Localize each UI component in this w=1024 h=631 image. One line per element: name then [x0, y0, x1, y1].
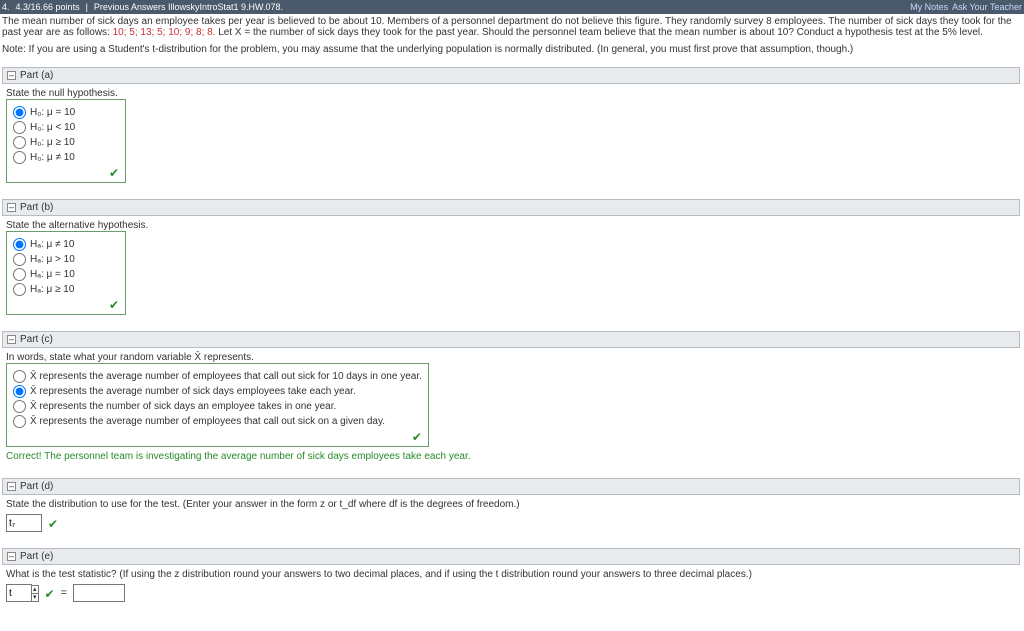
part-b-option-4-label: Hₐ: μ ≥ 10: [30, 284, 74, 295]
points-label: 4.3/16.66 points: [16, 2, 80, 12]
part-d-title: Part (d): [20, 481, 53, 492]
collapse-icon[interactable]: –: [7, 71, 16, 80]
part-c-option-2-radio[interactable]: [13, 385, 26, 398]
part-b-option-3-radio[interactable]: [13, 268, 26, 281]
part-a-option-3-label: H₀: μ ≥ 10: [30, 137, 75, 148]
part-a-option-4-label: H₀: μ ≠ 10: [30, 152, 75, 163]
part-b-option-2-radio[interactable]: [13, 253, 26, 266]
equals-sign: =: [61, 587, 67, 599]
part-c-option-3-label: X̄ represents the number of sick days an…: [30, 401, 336, 412]
question-data-values: 10; 5; 13; 5; 10; 9; 8; 8.: [113, 27, 216, 38]
previous-answers-label: Previous Answers IllowskyIntroStat1 9.HW…: [94, 2, 283, 12]
part-b-answer-box: Hₐ: μ ≠ 10 Hₐ: μ > 10 Hₐ: μ = 10 Hₐ: μ ≥…: [6, 231, 126, 315]
check-icon: ✔: [13, 430, 422, 444]
part-a-option-1-label: H₀: μ = 10: [30, 107, 75, 118]
part-b-option-4-radio[interactable]: [13, 283, 26, 296]
collapse-icon[interactable]: –: [7, 203, 16, 212]
part-a-answer-box: H₀: μ = 10 H₀: μ < 10 H₀: μ ≥ 10 H₀: μ ≠…: [6, 99, 126, 183]
part-b-title: Part (b): [20, 202, 53, 213]
part-a-title: Part (a): [20, 70, 53, 81]
part-b-option-1-radio[interactable]: [13, 238, 26, 251]
part-d-header[interactable]: – Part (d): [2, 478, 1020, 495]
part-a-option-4-radio[interactable]: [13, 151, 26, 164]
part-c-header[interactable]: – Part (c): [2, 331, 1020, 348]
check-icon: ✔: [13, 166, 119, 180]
part-e-title: Part (e): [20, 551, 53, 562]
part-b-option-1-label: Hₐ: μ ≠ 10: [30, 239, 74, 250]
part-a-option-2-radio[interactable]: [13, 121, 26, 134]
question-part2: Let X = the number of sick days they too…: [215, 27, 982, 38]
part-a-header[interactable]: – Part (a): [2, 67, 1020, 84]
part-b-header[interactable]: – Part (b): [2, 199, 1020, 216]
part-c-option-4-radio[interactable]: [13, 415, 26, 428]
part-e-header[interactable]: – Part (e): [2, 548, 1020, 565]
part-c-option-2-label: X̄ represents the average number of sick…: [30, 386, 356, 397]
part-a-option-2-label: H₀: μ < 10: [30, 122, 75, 133]
part-d-prompt: State the distribution to use for the te…: [6, 499, 1016, 510]
part-d-answer-input[interactable]: [6, 514, 42, 532]
part-e-distribution-input[interactable]: [6, 584, 32, 602]
part-b-option-3-label: Hₐ: μ = 10: [30, 269, 75, 280]
part-a-option-1-radio[interactable]: [13, 106, 26, 119]
my-notes-link[interactable]: My Notes: [910, 2, 948, 12]
part-c-title: Part (c): [20, 334, 53, 345]
separator: |: [86, 2, 88, 12]
part-b-option-2-label: Hₐ: μ > 10: [30, 254, 75, 265]
collapse-icon[interactable]: –: [7, 482, 16, 491]
question-number: 4.: [2, 2, 10, 12]
part-a-prompt: State the null hypothesis.: [6, 88, 1016, 99]
part-e-prompt: What is the test statistic? (If using th…: [6, 569, 1016, 580]
stepper-down-icon[interactable]: ▾: [32, 594, 38, 601]
collapse-icon[interactable]: –: [7, 552, 16, 561]
part-a-option-3-radio[interactable]: [13, 136, 26, 149]
part-c-prompt: In words, state what your random variabl…: [6, 352, 1016, 363]
check-icon: ✔: [13, 298, 119, 312]
note-text: Note: If you are using a Student's t-dis…: [2, 44, 1020, 55]
part-c-answer-box: X̄ represents the average number of empl…: [6, 363, 429, 447]
part-c-option-3-radio[interactable]: [13, 400, 26, 413]
part-c-option-1-radio[interactable]: [13, 370, 26, 383]
part-c-feedback: Correct! The personnel team is investiga…: [6, 451, 1016, 462]
part-b-prompt: State the alternative hypothesis.: [6, 220, 1016, 231]
part-c-option-4-label: X̄ represents the average number of empl…: [30, 416, 385, 427]
top-bar: 4. 4.3/16.66 points | Previous Answers I…: [0, 0, 1024, 14]
question-text: The mean number of sick days an employee…: [2, 16, 1020, 38]
part-e-value-input[interactable]: [73, 584, 125, 602]
check-icon: ✔: [48, 517, 58, 531]
part-c-option-1-label: X̄ represents the average number of empl…: [30, 371, 422, 382]
check-icon: ✔: [45, 587, 55, 601]
ask-teacher-link[interactable]: Ask Your Teacher: [952, 2, 1022, 12]
stepper-up-icon[interactable]: ▴: [32, 586, 38, 594]
collapse-icon[interactable]: –: [7, 335, 16, 344]
